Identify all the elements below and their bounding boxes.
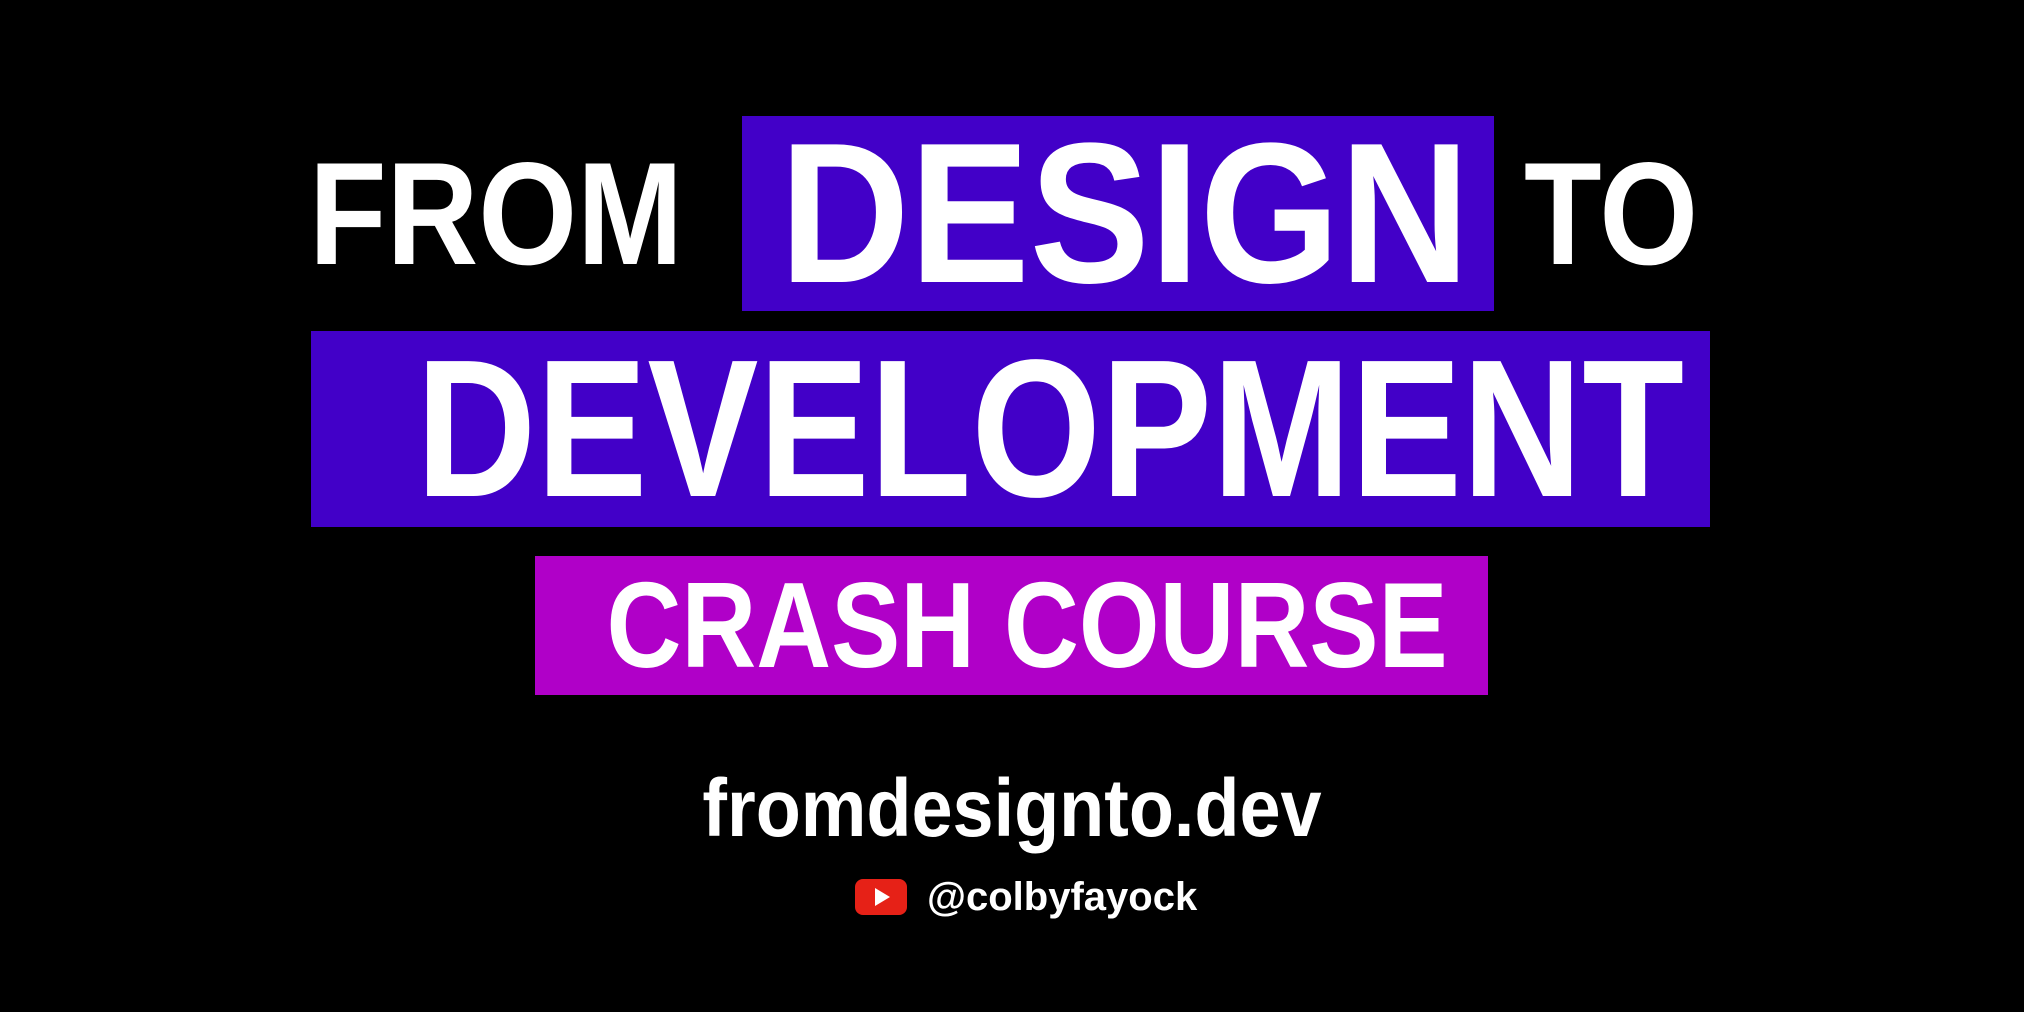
social-handle: @colbyfayock [927, 875, 1198, 919]
title-to-word: TO [1524, 132, 1699, 295]
title-line-1: FROM DESIGN TO [0, 102, 2024, 325]
subtitle-crash-course: CRASH COURSE [606, 557, 1448, 693]
crash-course-highlight-box: CRASH COURSE [535, 556, 1488, 695]
title-design-word: DESIGN [779, 102, 1470, 325]
title-from-word: FROM [309, 132, 683, 295]
website-url: fromdesignto.dev [702, 763, 1322, 854]
social-handle-row: @colbyfayock [855, 872, 1197, 922]
youtube-icon [855, 879, 907, 915]
banner-canvas: FROM DESIGN TO DEVELOPMENT CRASH COURSE … [0, 0, 2024, 1012]
development-highlight-box: DEVELOPMENT [311, 331, 1710, 527]
design-highlight-box: DESIGN [742, 102, 1494, 325]
title-development-word: DEVELOPMENT [415, 319, 1685, 538]
